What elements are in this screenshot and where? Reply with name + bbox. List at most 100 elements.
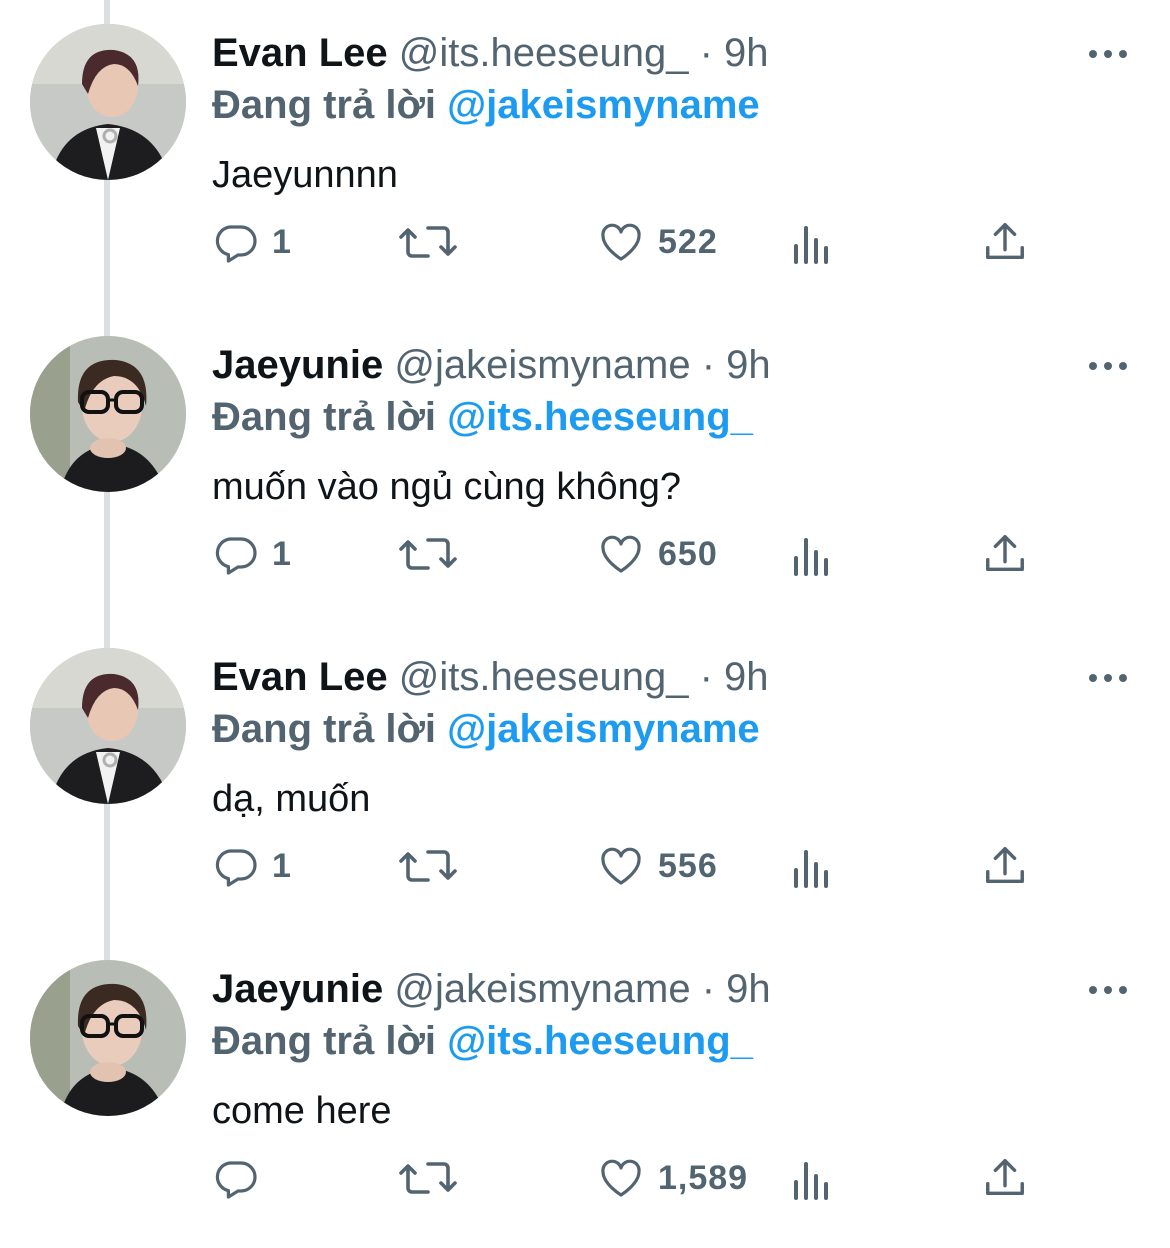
share-button[interactable] bbox=[982, 526, 1028, 582]
retweet-button[interactable] bbox=[398, 838, 458, 894]
retweet-button[interactable] bbox=[398, 1150, 458, 1206]
share-button[interactable] bbox=[982, 1150, 1028, 1206]
like-button[interactable]: 522 bbox=[596, 214, 718, 270]
display-name[interactable]: Evan Lee bbox=[212, 31, 388, 75]
retweet-button[interactable] bbox=[398, 214, 458, 270]
tweet-text: Jaeyunnnn bbox=[212, 154, 398, 196]
more-options-icon[interactable] bbox=[1086, 32, 1130, 76]
avatar[interactable] bbox=[30, 648, 186, 804]
more-options-icon[interactable] bbox=[1086, 344, 1130, 388]
tweet-text: come here bbox=[212, 1090, 392, 1132]
user-handle[interactable]: @jakeismyname bbox=[394, 343, 690, 387]
reply-icon bbox=[215, 849, 257, 887]
like-button[interactable]: 556 bbox=[596, 838, 718, 894]
bar-chart-icon bbox=[794, 538, 828, 576]
tweet-header: Evan Lee @its.heeseung_ · 9h bbox=[212, 654, 769, 700]
retweet-icon bbox=[399, 850, 457, 882]
tweet-header: Evan Lee @its.heeseung_ · 9h bbox=[212, 30, 769, 76]
user-handle[interactable]: @its.heeseung_ bbox=[399, 655, 689, 699]
like-count: 556 bbox=[658, 846, 718, 885]
more-options-icon[interactable] bbox=[1086, 968, 1130, 1012]
replying-to-label: Đang trả lời bbox=[212, 1019, 437, 1063]
avatar-evan-lee-icon bbox=[30, 648, 186, 804]
reply-button[interactable]: 1 bbox=[212, 214, 292, 270]
more-options-icon[interactable] bbox=[1086, 656, 1130, 700]
heart-icon bbox=[601, 223, 641, 261]
views-button[interactable] bbox=[790, 1150, 834, 1206]
replying-to-label: Đang trả lời bbox=[212, 707, 437, 751]
separator-dot: · bbox=[699, 31, 713, 75]
reply-button[interactable]: 1 bbox=[212, 838, 292, 894]
views-button[interactable] bbox=[790, 526, 834, 582]
share-icon bbox=[986, 535, 1024, 572]
share-icon bbox=[986, 223, 1024, 260]
reply-icon bbox=[215, 537, 257, 575]
like-count: 650 bbox=[658, 534, 718, 573]
action-bar: 1 522 bbox=[212, 214, 1052, 270]
timestamp[interactable]: 9h bbox=[726, 343, 771, 387]
reply-count: 1 bbox=[272, 222, 292, 261]
replying-to-handle[interactable]: @jakeismyname bbox=[447, 83, 760, 127]
user-handle[interactable]: @its.heeseung_ bbox=[399, 31, 689, 75]
display-name[interactable]: Evan Lee bbox=[212, 655, 388, 699]
timestamp[interactable]: 9h bbox=[724, 31, 769, 75]
avatar-jaeyunie-icon bbox=[30, 960, 186, 1116]
tweet[interactable]: Evan Lee @its.heeseung_ · 9h Đang trả lờ… bbox=[0, 624, 1170, 936]
user-handle[interactable]: @jakeismyname bbox=[394, 967, 690, 1011]
reply-count: 1 bbox=[272, 846, 292, 885]
timestamp[interactable]: 9h bbox=[724, 655, 769, 699]
replying-to-label: Đang trả lời bbox=[212, 83, 437, 127]
views-button[interactable] bbox=[790, 838, 834, 894]
avatar[interactable] bbox=[30, 24, 186, 180]
separator-dot: · bbox=[701, 343, 716, 387]
retweet-button[interactable] bbox=[398, 526, 458, 582]
heart-icon bbox=[601, 535, 641, 573]
tweet-text: dạ, muốn bbox=[212, 778, 371, 820]
tweet-header: Jaeyunie @jakeismyname · 9h bbox=[212, 342, 771, 388]
replying-to-label: Đang trả lời bbox=[212, 395, 437, 439]
views-button[interactable] bbox=[790, 214, 834, 270]
retweet-icon bbox=[399, 1162, 457, 1194]
replying-to: Đang trả lời @its.heeseung_ bbox=[212, 394, 753, 440]
replying-to-handle[interactable]: @its.heeseung_ bbox=[447, 395, 753, 439]
timestamp[interactable]: 9h bbox=[726, 967, 771, 1011]
separator-dot: · bbox=[699, 655, 713, 699]
share-button[interactable] bbox=[982, 838, 1028, 894]
reply-button[interactable] bbox=[212, 1150, 272, 1206]
display-name[interactable]: Jaeyunie bbox=[212, 343, 383, 387]
reply-count: 1 bbox=[272, 534, 292, 573]
replying-to: Đang trả lời @jakeismyname bbox=[212, 706, 760, 752]
replying-to-handle[interactable]: @its.heeseung_ bbox=[447, 1019, 753, 1063]
replying-to: Đang trả lời @jakeismyname bbox=[212, 82, 760, 128]
bar-chart-icon bbox=[794, 226, 828, 264]
reply-button[interactable]: 1 bbox=[212, 526, 292, 582]
heart-icon bbox=[601, 1159, 641, 1197]
action-bar: 1,589 bbox=[212, 1150, 1052, 1206]
reply-icon bbox=[215, 1161, 257, 1199]
retweet-icon bbox=[399, 226, 457, 258]
avatar-evan-lee-icon bbox=[30, 24, 186, 180]
share-button[interactable] bbox=[982, 214, 1028, 270]
avatar[interactable] bbox=[30, 960, 186, 1116]
bar-chart-icon bbox=[794, 1162, 828, 1200]
like-button[interactable]: 1,589 bbox=[596, 1150, 748, 1206]
tweet[interactable]: Jaeyunie @jakeismyname · 9h Đang trả lời… bbox=[0, 312, 1170, 624]
tweet-text: muốn vào ngủ cùng không? bbox=[212, 466, 682, 508]
bar-chart-icon bbox=[794, 850, 828, 888]
separator-dot: · bbox=[701, 967, 716, 1011]
avatar[interactable] bbox=[30, 336, 186, 492]
reply-icon bbox=[215, 225, 257, 263]
replying-to-handle[interactable]: @jakeismyname bbox=[447, 707, 760, 751]
replying-to: Đang trả lời @its.heeseung_ bbox=[212, 1018, 753, 1064]
action-bar: 1 650 bbox=[212, 526, 1052, 582]
display-name[interactable]: Jaeyunie bbox=[212, 967, 383, 1011]
tweet-header: Jaeyunie @jakeismyname · 9h bbox=[212, 966, 771, 1012]
tweet[interactable]: Evan Lee @its.heeseung_ · 9h Đang trả lờ… bbox=[0, 0, 1170, 312]
tweet[interactable]: Jaeyunie @jakeismyname · 9h Đang trả lời… bbox=[0, 936, 1170, 1248]
like-count: 522 bbox=[658, 222, 718, 261]
avatar-jaeyunie-icon bbox=[30, 336, 186, 492]
share-icon bbox=[986, 1159, 1024, 1196]
like-button[interactable]: 650 bbox=[596, 526, 718, 582]
action-bar: 1 556 bbox=[212, 838, 1052, 894]
retweet-icon bbox=[399, 538, 457, 570]
